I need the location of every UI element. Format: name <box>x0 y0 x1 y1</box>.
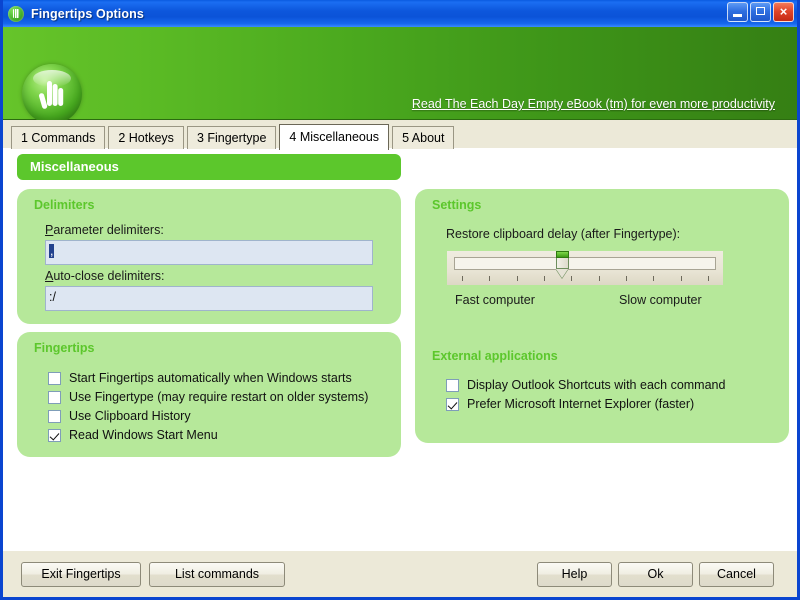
window-title: Fingertips Options <box>31 6 144 21</box>
slider-tick <box>681 276 682 281</box>
slider-tick <box>517 276 518 281</box>
help-button[interactable]: Help <box>537 562 612 587</box>
options-dialog-window: Fingertips Options × Read The Each Day E… <box>0 0 800 600</box>
ok-button[interactable]: Ok <box>618 562 693 587</box>
tab-miscellaneous[interactable]: 4 Miscellaneous <box>279 124 390 150</box>
checkbox-label-use-fingertype: Use Fingertype (may require restart on o… <box>69 390 369 404</box>
app-banner: Read The Each Day Empty eBook (tm) for e… <box>3 27 797 124</box>
checkbox-row-start-automatically[interactable]: Start Fingertips automatically when Wind… <box>48 371 352 385</box>
slider-thumb[interactable] <box>556 251 569 278</box>
checkbox-row-outlook-shortcuts[interactable]: Display Outlook Shortcuts with each comm… <box>446 378 725 392</box>
fingertips-panel: Fingertips Start Fingertips automaticall… <box>17 332 401 457</box>
checkbox-row-use-fingertype[interactable]: Use Fingertype (may require restart on o… <box>48 390 368 404</box>
external-applications-panel: External applications Display Outlook Sh… <box>415 335 789 443</box>
slider-tick <box>599 276 600 281</box>
external-applications-panel-title: External applications <box>432 349 558 363</box>
restore-clipboard-delay-slider[interactable] <box>447 251 723 285</box>
tab-about[interactable]: 5 About <box>392 126 455 149</box>
exit-fingertips-button[interactable]: Exit Fingertips <box>21 562 141 587</box>
title-bar: Fingertips Options × <box>3 0 797 27</box>
section-header: Miscellaneous <box>17 154 401 180</box>
tab-hotkeys[interactable]: 2 Hotkeys <box>108 126 184 149</box>
parameter-delimiters-label: Parameter delimiters: <box>45 223 164 237</box>
tab-fingertype[interactable]: 3 Fingertype <box>186 126 277 149</box>
tab-page-miscellaneous: Miscellaneous Delimiters Parameter delim… <box>3 149 797 550</box>
autoclose-delimiters-label-rest: uto-close delimiters: <box>53 269 165 283</box>
checkbox-read-start-menu[interactable] <box>48 428 61 442</box>
checkbox-row-read-start-menu[interactable]: Read Windows Start Menu <box>48 428 218 442</box>
hand-glyph-icon <box>39 81 64 109</box>
fingertips-hand-logo-icon <box>22 64 82 124</box>
slider-tick <box>462 276 463 281</box>
slider-ticks <box>454 276 716 282</box>
autoclose-delimiters-input[interactable]: :/ <box>45 286 373 311</box>
slider-thumb-tip <box>556 269 568 278</box>
parameter-delimiters-input[interactable]: , <box>45 240 373 265</box>
close-button[interactable]: × <box>773 2 794 22</box>
fingertips-panel-title: Fingertips <box>34 341 95 355</box>
cancel-button[interactable]: Cancel <box>699 562 774 587</box>
slider-thumb-body <box>556 258 569 269</box>
checkbox-label-read-start-menu: Read Windows Start Menu <box>69 428 218 442</box>
delimiters-panel-title: Delimiters <box>34 198 95 212</box>
slider-label-slow: Slow computer <box>619 293 702 307</box>
checkbox-clipboard-history[interactable] <box>48 409 61 423</box>
minimize-button[interactable] <box>727 2 748 22</box>
autoclose-delimiters-value: :/ <box>49 290 56 304</box>
checkbox-label-prefer-ie: Prefer Microsoft Internet Explorer (fast… <box>467 397 695 411</box>
checkbox-label-clipboard-history: Use Clipboard History <box>69 409 191 423</box>
settings-panel: Settings Restore clipboard delay (after … <box>415 189 789 335</box>
slider-tick <box>571 276 572 281</box>
delimiters-panel: Delimiters Parameter delimiters: , Auto-… <box>17 189 401 324</box>
tab-strip: 1 Commands 2 Hotkeys 3 Fingertype 4 Misc… <box>3 120 797 150</box>
restore-clipboard-delay-label: Restore clipboard delay (after Fingertyp… <box>446 227 681 241</box>
parameter-delimiters-value: , <box>49 244 55 258</box>
checkbox-row-clipboard-history[interactable]: Use Clipboard History <box>48 409 191 423</box>
slider-tick <box>544 276 545 281</box>
checkbox-use-fingertype[interactable] <box>48 390 61 404</box>
list-commands-button[interactable]: List commands <box>149 562 285 587</box>
checkbox-outlook-shortcuts[interactable] <box>446 378 459 392</box>
hand-icon <box>8 5 24 22</box>
slider-groove <box>454 257 716 270</box>
slider-tick <box>708 276 709 281</box>
checkbox-start-automatically[interactable] <box>48 371 61 385</box>
slider-tick <box>626 276 627 281</box>
parameter-delimiters-label-rest: arameter delimiters: <box>53 223 164 237</box>
slider-thumb-top <box>556 251 569 258</box>
checkbox-label-outlook-shortcuts: Display Outlook Shortcuts with each comm… <box>467 378 726 392</box>
autoclose-delimiters-label: Auto-close delimiters: <box>45 269 165 283</box>
window-controls: × <box>727 2 794 22</box>
checkbox-row-prefer-ie[interactable]: Prefer Microsoft Internet Explorer (fast… <box>446 397 694 411</box>
slider-tick <box>489 276 490 281</box>
slider-label-fast: Fast computer <box>455 293 535 307</box>
maximize-button[interactable] <box>750 2 771 22</box>
slider-tick <box>653 276 654 281</box>
ebook-promo-link[interactable]: Read The Each Day Empty eBook (tm) for e… <box>412 97 775 111</box>
settings-panel-title: Settings <box>432 198 482 212</box>
tab-commands[interactable]: 1 Commands <box>11 126 106 149</box>
checkbox-label-start-automatically: Start Fingertips automatically when Wind… <box>69 371 352 385</box>
checkbox-prefer-ie[interactable] <box>446 397 459 411</box>
dialog-footer: Exit Fingertips List commands Help Ok Ca… <box>3 550 797 597</box>
